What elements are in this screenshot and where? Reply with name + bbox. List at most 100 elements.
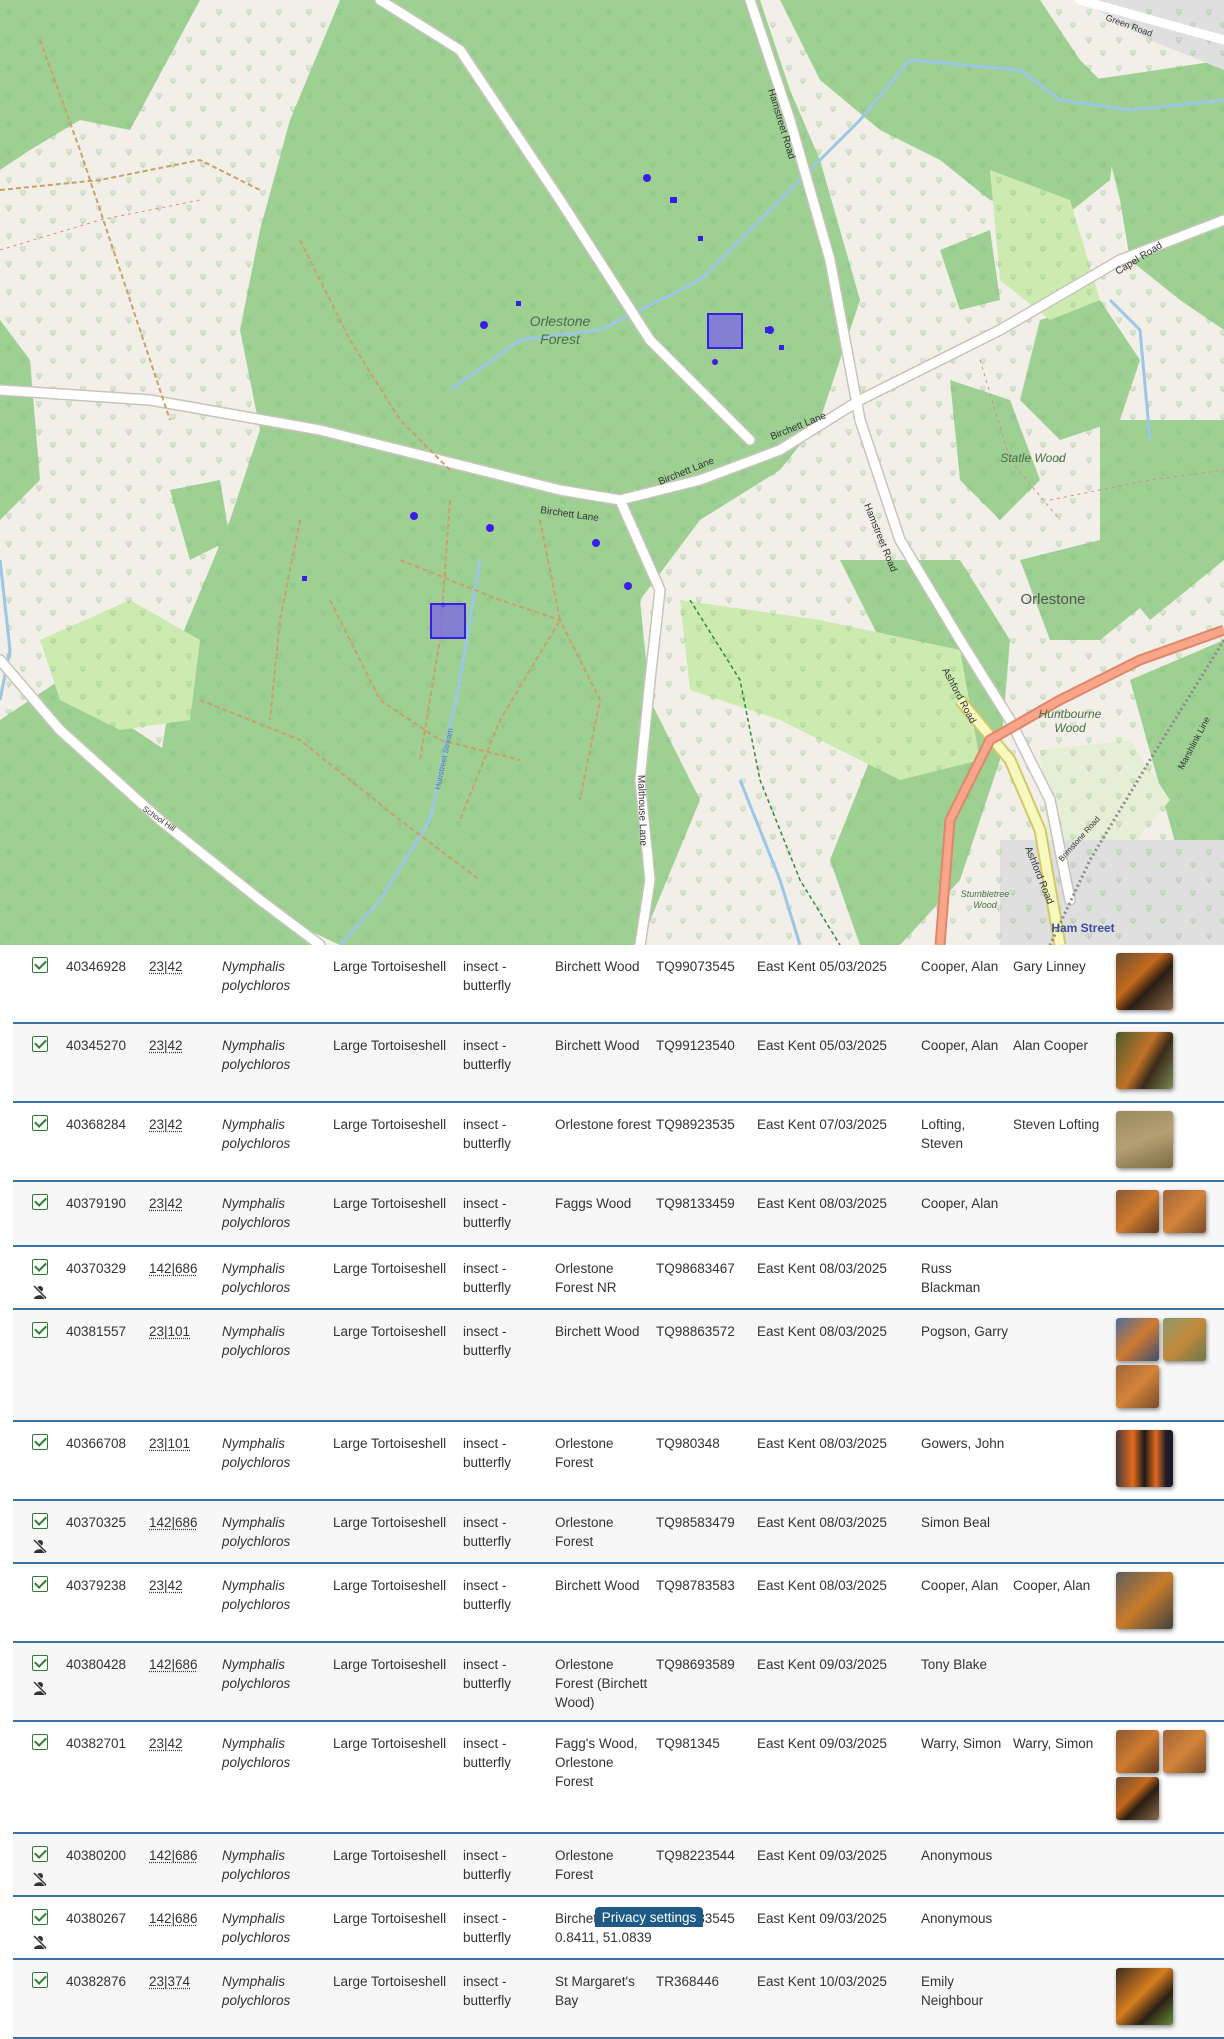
photo-thumbnail[interactable] [1116, 1111, 1173, 1168]
record-group[interactable]: 23|42 [149, 1721, 222, 1833]
record-row[interactable]: 40368284 23|42 Nymphalis polychloros Large T… [13, 1102, 1224, 1181]
photo-thumbnail[interactable] [1116, 1365, 1159, 1408]
verified-check-icon[interactable] [32, 1115, 48, 1131]
record-row[interactable]: 40380267 142|686 Nymphalis polychloros Large… [13, 1896, 1224, 1959]
photo-thumbnail[interactable] [1116, 1777, 1159, 1820]
record-row[interactable]: 40370325 142|686 Nymphalis polychloros Large… [13, 1500, 1224, 1563]
map-label-hamstreet: Ham Street [1051, 921, 1114, 935]
verified-check-icon[interactable] [32, 1909, 48, 1925]
sci-text: Nymphalis [222, 1515, 286, 1530]
group-link[interactable]: 23|42 [149, 1117, 183, 1132]
record-row[interactable]: 40346928 23|42 Nymphalis polychloros Large T… [13, 945, 1224, 1023]
record-row[interactable]: 40379238 23|42 Nymphalis polychloros Large T… [13, 1563, 1224, 1642]
group-link[interactable]: 142|686 [149, 1657, 198, 1672]
record-date: 09/03/2025 [819, 1657, 887, 1672]
group-link[interactable]: 142|686 [149, 1911, 198, 1926]
group-link[interactable]: 142|686 [149, 1261, 198, 1276]
record-group[interactable]: 142|686 [149, 1642, 222, 1721]
record-photos [1116, 1959, 1224, 2038]
record-group[interactable]: 23|42 [149, 1023, 222, 1102]
record-group[interactable]: 23|101 [149, 1309, 222, 1421]
sci-text: polychloros [222, 1455, 291, 1470]
group-link[interactable]: 23|101 [149, 1324, 190, 1339]
record-row[interactable]: 40382701 23|42 Nymphalis polychloros Large T… [13, 1721, 1224, 1833]
verified-check-icon[interactable] [32, 1846, 48, 1862]
record-group[interactable]: 142|686 [149, 1500, 222, 1563]
type-text: butterfly [463, 1755, 512, 1770]
record-group[interactable]: 142|686 [149, 1246, 222, 1309]
record-type: insect - butterfly [463, 1563, 555, 1642]
record-determiner [1013, 1181, 1116, 1246]
record-common-name: Large Tortoiseshell [333, 1436, 447, 1451]
site-text: Orlestone forest [555, 1117, 652, 1132]
vice-county: East Kent [757, 1578, 816, 1593]
privacy-settings-button[interactable]: Privacy settings [595, 1907, 703, 1927]
record-recorder: Anonymous [921, 1896, 1013, 1959]
verified-check-icon[interactable] [32, 1576, 48, 1592]
sci-text: Nymphalis [222, 1736, 286, 1751]
record-group[interactable]: 142|686 [149, 1896, 222, 1959]
verified-check-icon[interactable] [32, 1194, 48, 1210]
verified-check-icon[interactable] [32, 1434, 48, 1450]
photo-thumbnail[interactable] [1116, 1318, 1159, 1361]
photo-thumbnail[interactable] [1116, 1430, 1173, 1487]
photo-thumbnail[interactable] [1116, 1730, 1159, 1773]
photo-thumbnail[interactable] [1163, 1730, 1206, 1773]
photo-thumbnail[interactable] [1116, 1572, 1173, 1629]
photo-thumbnail[interactable] [1116, 953, 1173, 1010]
record-group[interactable]: 142|686 [149, 1833, 222, 1896]
record-row[interactable]: 40381557 23|101 Nymphalis polychloros Large … [13, 1309, 1224, 1421]
record-row[interactable]: 40345270 23|42 Nymphalis polychloros Large T… [13, 1023, 1224, 1102]
photo-thumbnail[interactable] [1163, 1318, 1206, 1361]
record-group[interactable]: 23|374 [149, 1959, 222, 2038]
record-grid-ref: TQ98923535 [656, 1117, 735, 1132]
verified-check-icon[interactable] [32, 957, 48, 973]
sci-text: polychloros [222, 1534, 291, 1549]
record-verified-cell [13, 1642, 66, 1721]
vice-county: East Kent [757, 1196, 816, 1211]
type-text: butterfly [463, 1930, 512, 1945]
record-grid-ref: TQ98223544 [656, 1848, 735, 1863]
verified-check-icon[interactable] [32, 1259, 48, 1275]
photo-thumbnail[interactable] [1116, 1968, 1173, 2025]
record-group[interactable]: 23|42 [149, 1102, 222, 1181]
record-vc-date: East Kent 09/03/2025 [757, 1896, 921, 1959]
vice-county: East Kent [757, 1657, 816, 1672]
group-link[interactable]: 23|374 [149, 1974, 190, 1989]
verified-check-icon[interactable] [32, 1734, 48, 1750]
group-link[interactable]: 23|42 [149, 1038, 183, 1053]
record-row[interactable]: 40380428 142|686 Nymphalis polychloros Large… [13, 1642, 1224, 1721]
group-link[interactable]: 142|686 [149, 1848, 198, 1863]
photo-thumbnail[interactable] [1163, 1190, 1206, 1233]
vice-county: East Kent [757, 1848, 816, 1863]
verified-check-icon[interactable] [32, 1322, 48, 1338]
group-link[interactable]: 142|686 [149, 1515, 198, 1530]
user-hidden-icon [32, 1680, 48, 1696]
record-row[interactable]: 40370329 142|686 Nymphalis polychloros Large… [13, 1246, 1224, 1309]
map-label-huntbourne: Huntbourne [1039, 707, 1102, 721]
verified-check-icon[interactable] [32, 1972, 48, 1988]
record-grid-ref: TQ98863572 [656, 1324, 735, 1339]
record-type: insect - butterfly [463, 1309, 555, 1421]
verified-check-icon[interactable] [32, 1036, 48, 1052]
group-link[interactable]: 23|42 [149, 1196, 183, 1211]
verified-check-icon[interactable] [32, 1513, 48, 1529]
group-link[interactable]: 23|42 [149, 1736, 183, 1751]
record-row[interactable]: 40366708 23|101 Nymphalis polychloros Large … [13, 1421, 1224, 1500]
verified-check-icon[interactable] [32, 1655, 48, 1671]
group-link[interactable]: 23|42 [149, 1578, 183, 1593]
photo-thumbnail[interactable] [1116, 1190, 1159, 1233]
record-group[interactable]: 23|101 [149, 1421, 222, 1500]
record-row[interactable]: 40380200 142|686 Nymphalis polychloros Large… [13, 1833, 1224, 1896]
record-group[interactable]: 23|42 [149, 945, 222, 1023]
map-view[interactable]: ψ ψ [0, 0, 1224, 945]
record-group[interactable]: 23|42 [149, 1181, 222, 1246]
group-link[interactable]: 23|101 [149, 1436, 190, 1451]
record-recorder: Cooper, Alan [921, 1563, 1013, 1642]
record-group[interactable]: 23|42 [149, 1563, 222, 1642]
record-row[interactable]: 40379190 23|42 Nymphalis polychloros Large T… [13, 1181, 1224, 1246]
group-link[interactable]: 23|42 [149, 959, 183, 974]
record-row[interactable]: 40382876 23|374 Nymphalis polychloros Large … [13, 1959, 1224, 2038]
site-text: Orlestone [555, 1436, 614, 1451]
photo-thumbnail[interactable] [1116, 1032, 1173, 1089]
